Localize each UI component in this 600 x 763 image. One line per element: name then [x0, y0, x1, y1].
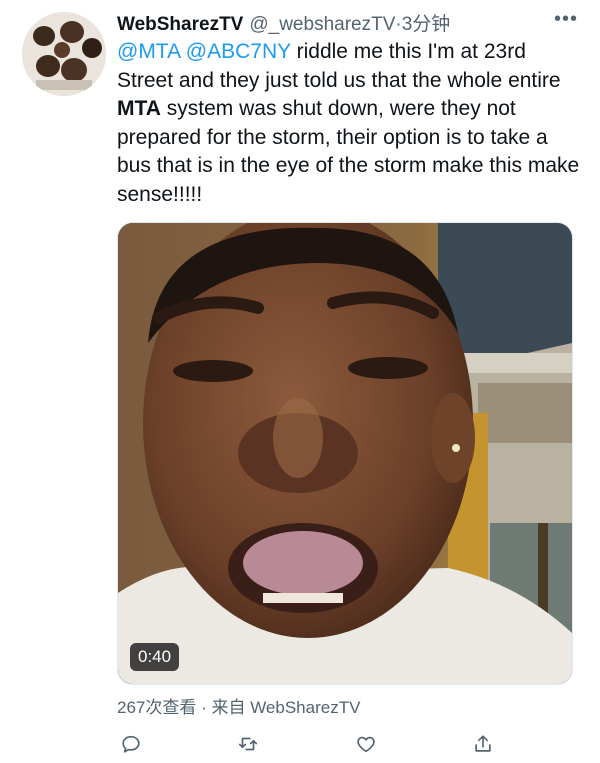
tweet-text: @MTA @ABC7NY riddle me this I'm at 23rd …: [117, 38, 587, 210]
tweet-actions: [117, 728, 497, 760]
user-handle[interactable]: @_websharezTV: [249, 14, 395, 36]
reply-icon: [122, 735, 140, 753]
tweet-meta: 267次查看 · 来自 WebSharezTV: [117, 698, 361, 717]
tweet-text-bold: MTA: [117, 97, 161, 121]
mention-abc7ny[interactable]: @ABC7NY: [186, 40, 291, 63]
tweet-header: WebSharezTV @_websharezTV · 3分钟: [117, 9, 570, 39]
video-frame: [118, 223, 572, 684]
more-options-icon[interactable]: •••: [554, 8, 578, 31]
reply-button[interactable]: [117, 730, 145, 758]
tweet-text-part1: riddle me this I'm at 23rd Street and th…: [117, 40, 561, 92]
tweet-text-part2: system was shut down, were they not prep…: [117, 97, 580, 206]
share-icon: [475, 735, 491, 752]
like-button[interactable]: [352, 730, 380, 758]
video-player[interactable]: 0:40: [117, 222, 573, 685]
timestamp[interactable]: 3分钟: [402, 9, 451, 36]
avatar[interactable]: [22, 12, 106, 96]
display-name[interactable]: WebSharezTV: [117, 14, 243, 36]
retweet-icon: [239, 737, 258, 751]
mention-mta[interactable]: @MTA: [117, 40, 180, 63]
retweet-button[interactable]: [234, 730, 262, 758]
share-button[interactable]: [469, 730, 497, 758]
like-icon: [356, 736, 375, 753]
video-duration: 0:40: [130, 643, 180, 671]
